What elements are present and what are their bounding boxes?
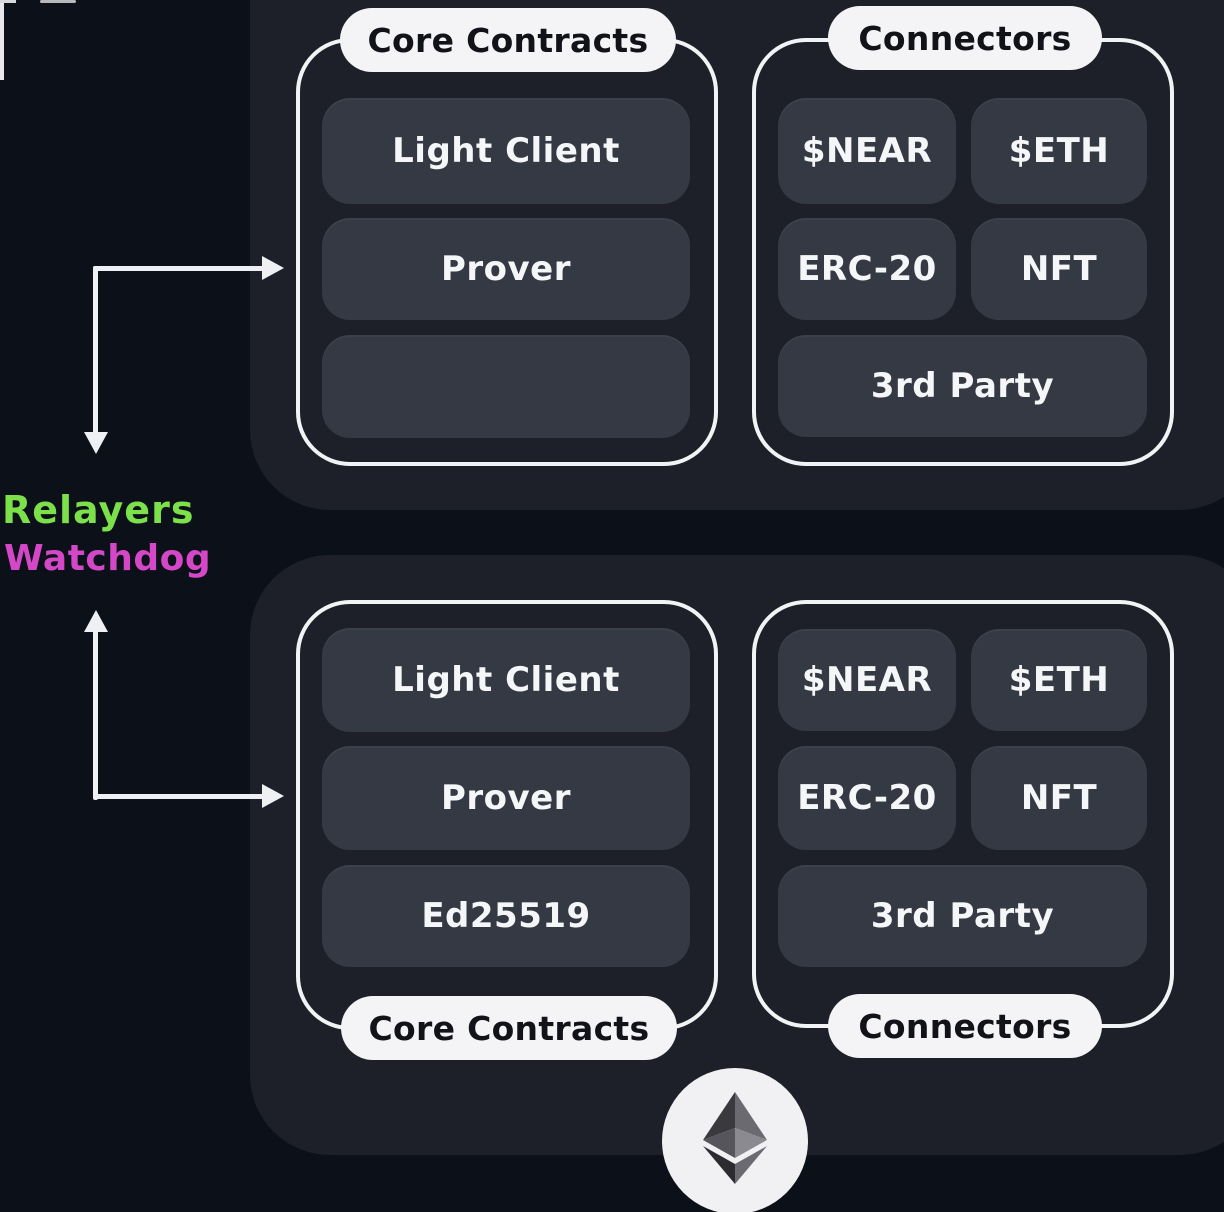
top-arrow-down-head-icon	[84, 432, 108, 454]
bottom-3rd-party-tile: 3rd Party	[778, 865, 1147, 967]
bottom-light-client-tile: Light Client	[322, 628, 690, 732]
bottom-arrow-horizontal-line	[93, 794, 265, 799]
tile-label: Ed25519	[421, 896, 591, 936]
bottom-arrow-up-head-icon	[84, 610, 108, 632]
top-near-tile: $NEAR	[778, 98, 956, 204]
bottom-eth-tile: $ETH	[971, 629, 1147, 731]
top-empty-tile	[322, 335, 690, 438]
top-prover-tile: Prover	[322, 218, 690, 320]
tile-label: 3rd Party	[870, 366, 1055, 406]
top-erc20-tile: ERC-20	[778, 218, 956, 320]
tile-label: NFT	[1020, 249, 1098, 289]
tile-label: $ETH	[1008, 660, 1110, 700]
watchdog-label: Watchdog	[4, 538, 212, 579]
corner-artifact	[40, 0, 76, 3]
pill-text: Core Contracts	[367, 20, 649, 60]
pill-text: Connectors	[858, 18, 1072, 58]
tile-label: Light Client	[392, 660, 620, 700]
top-arrow-right-head-icon	[262, 256, 284, 280]
top-arrow-vertical-line	[93, 266, 98, 434]
top-core-contracts-label: Core Contracts	[340, 8, 676, 72]
pill-text: Core Contracts	[368, 1008, 650, 1048]
tile-label: NFT	[1020, 778, 1098, 818]
tile-label: Prover	[440, 778, 572, 818]
top-3rd-party-tile: 3rd Party	[778, 335, 1147, 437]
bottom-core-contracts-label: Core Contracts	[341, 996, 677, 1060]
tile-label: ERC-20	[797, 778, 937, 818]
tile-label: ERC-20	[797, 249, 937, 289]
tile-label: 3rd Party	[870, 896, 1055, 936]
tile-label: Light Client	[392, 131, 620, 171]
bottom-connectors-label: Connectors	[828, 994, 1102, 1058]
top-connectors-label: Connectors	[828, 6, 1102, 70]
top-light-client-tile: Light Client	[322, 98, 690, 204]
ethereum-logo-badge	[662, 1068, 808, 1212]
top-eth-tile: $ETH	[971, 98, 1147, 204]
ethereum-logo-icon	[703, 1092, 767, 1184]
tile-label: Prover	[440, 249, 572, 289]
relayers-label: Relayers	[2, 488, 195, 532]
bottom-arrow-vertical-line	[93, 630, 98, 800]
bottom-erc20-tile: ERC-20	[778, 746, 956, 850]
pill-text: Connectors	[858, 1006, 1072, 1046]
corner-artifact	[0, 0, 16, 3]
tile-label: $ETH	[1008, 131, 1110, 171]
bottom-arrow-right-head-icon	[262, 784, 284, 808]
bottom-ed25519-tile: Ed25519	[322, 865, 690, 967]
top-nft-tile: NFT	[971, 218, 1147, 320]
tile-label: $NEAR	[801, 131, 933, 171]
top-arrow-horizontal-line	[93, 266, 265, 271]
corner-artifact	[0, 0, 4, 80]
tile-label: $NEAR	[801, 660, 933, 700]
bottom-nft-tile: NFT	[971, 746, 1147, 850]
bottom-prover-tile: Prover	[322, 746, 690, 850]
bottom-near-tile: $NEAR	[778, 629, 956, 731]
